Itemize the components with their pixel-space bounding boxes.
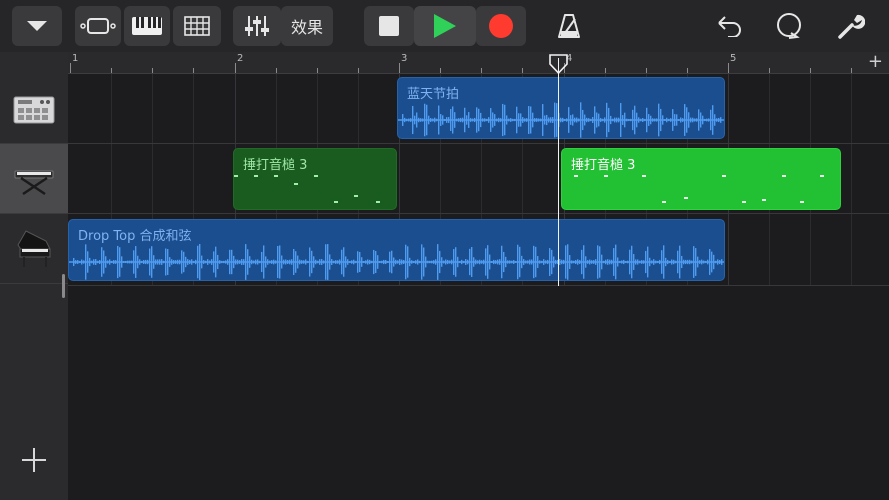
region-label: 蓝天节拍 [407, 87, 460, 102]
ruler-tick [70, 63, 71, 73]
midi-note [234, 175, 238, 177]
resize-handle[interactable] [62, 274, 65, 298]
mixer-button[interactable] [233, 6, 281, 46]
view-toggle-icon [80, 18, 116, 34]
bar-number: 3 [401, 53, 408, 64]
ruler-tick [522, 68, 524, 73]
track-header-keyboard[interactable] [0, 144, 68, 214]
loop-button[interactable] [766, 6, 812, 46]
audio-region[interactable]: 蓝天节拍 [397, 77, 725, 139]
toolbar: 效果 [0, 0, 889, 52]
grid-line [851, 74, 853, 286]
lane-divider [68, 213, 889, 214]
stop-icon [379, 16, 399, 36]
dropdown-icon [27, 21, 47, 31]
ruler-tick [686, 68, 688, 73]
ruler-tick [399, 63, 400, 73]
grid-button[interactable] [173, 6, 221, 46]
record-button[interactable] [476, 6, 526, 46]
loop-icon [777, 13, 801, 39]
grand-piano-icon [17, 229, 51, 267]
ruler-tick [851, 68, 853, 73]
play-button[interactable] [414, 6, 476, 46]
grid-icon [184, 16, 210, 36]
metronome-icon [558, 14, 580, 38]
metronome-button[interactable] [547, 6, 591, 46]
midi-note [274, 175, 278, 177]
lane-divider [68, 285, 889, 286]
drum-machine-icon [13, 96, 55, 123]
region-label: 捶打音槌 3 [243, 158, 308, 173]
ruler-tick [769, 68, 771, 73]
audio-region[interactable]: Drop Top 合成和弦 [68, 219, 725, 281]
mixer-icon [245, 16, 269, 36]
midi-region-selected[interactable]: 捶打音槌 3 [561, 148, 841, 210]
waveform [398, 102, 724, 138]
track-header-column [0, 52, 68, 500]
undo-icon [718, 16, 741, 37]
midi-note [254, 175, 258, 177]
bar-number: 5 [730, 53, 737, 64]
browser-dropdown-button[interactable] [12, 6, 62, 46]
effects-label: 效果 [290, 18, 323, 37]
effects-button[interactable]: 效果 [281, 6, 333, 46]
midi-note [642, 175, 646, 177]
midi-note [742, 201, 746, 203]
ruler-tick [357, 68, 359, 73]
record-icon [489, 14, 513, 38]
stop-button[interactable] [364, 6, 414, 46]
midi-note [762, 199, 766, 201]
midi-note [800, 201, 804, 203]
play-icon [434, 14, 456, 38]
midi-note [604, 175, 608, 177]
waveform [69, 244, 724, 280]
midi-note [376, 201, 380, 203]
playhead[interactable] [558, 58, 559, 286]
plus-icon [22, 448, 46, 472]
ruler-tick [234, 63, 236, 73]
midi-note [722, 175, 726, 177]
midi-note [662, 201, 666, 203]
bar-number: 1 [72, 53, 79, 64]
midi-note [314, 175, 318, 177]
ruler-tick [193, 68, 195, 73]
ruler-tick [645, 68, 647, 73]
keyboard-stand-icon [14, 170, 54, 195]
ruler-tick [604, 68, 606, 73]
wrench-icon [838, 14, 865, 39]
region-label: 捶打音槌 3 [571, 158, 636, 173]
bar-number: 2 [237, 53, 244, 64]
playhead-handle-icon[interactable] [549, 54, 568, 74]
ruler-tick [316, 68, 318, 73]
midi-note [782, 175, 786, 177]
ruler-tick [728, 63, 729, 73]
region-label: Drop Top 合成和弦 [78, 229, 192, 244]
midi-note [820, 175, 824, 177]
midi-note [294, 183, 298, 185]
midi-note [684, 197, 688, 199]
undo-button[interactable] [707, 6, 751, 46]
midi-note [574, 175, 578, 177]
add-section-button[interactable]: + [868, 52, 883, 72]
track-area[interactable]: 蓝天节拍 捶打音槌 3 捶打音槌 3 Drop Top 合成和弦 [68, 74, 889, 500]
keyboard-icon [132, 17, 162, 35]
ruler-tick [810, 68, 812, 73]
add-track-button[interactable] [0, 440, 68, 480]
lane-divider [68, 143, 889, 144]
timeline-ruler[interactable]: 1 2 3 4 5 + [68, 52, 889, 74]
ruler-tick [275, 68, 277, 73]
midi-note [354, 195, 358, 197]
ruler-tick [152, 68, 154, 73]
ruler-tick [440, 68, 442, 73]
view-toggle-button[interactable] [75, 6, 121, 46]
midi-note [334, 201, 338, 203]
ruler-tick [481, 68, 483, 73]
track-header-drums[interactable] [0, 74, 68, 144]
ruler-tick [111, 68, 113, 73]
track-header-piano[interactable] [0, 214, 68, 284]
midi-region[interactable]: 捶打音槌 3 [233, 148, 397, 210]
keyboard-button[interactable] [124, 6, 170, 46]
settings-button[interactable] [829, 6, 873, 46]
